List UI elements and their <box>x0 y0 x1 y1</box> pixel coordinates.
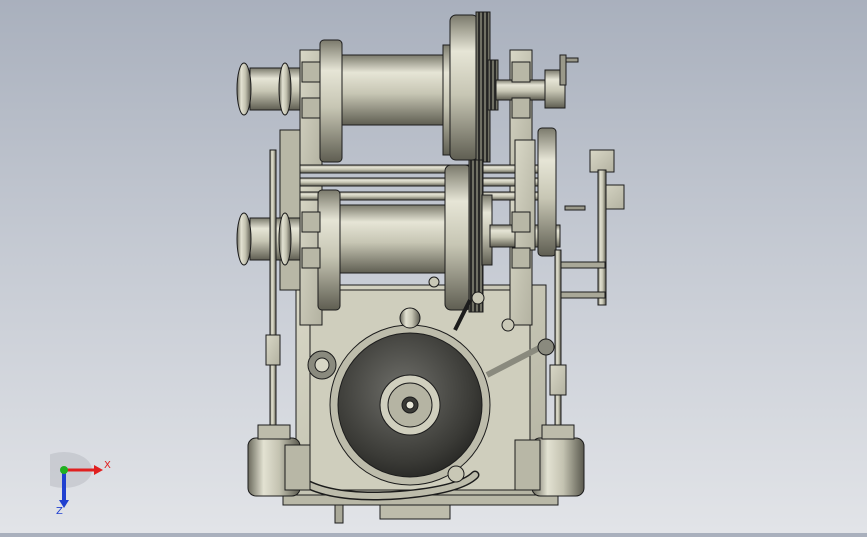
upper-shaft <box>495 54 579 109</box>
z-axis-label: Z <box>56 506 63 517</box>
triad-axes: X Z <box>36 452 111 517</box>
x-axis-label: X <box>104 460 111 471</box>
cad-viewport[interactable] <box>0 0 867 533</box>
main-flywheel <box>329 324 491 486</box>
x-axis-arrowhead <box>94 465 103 475</box>
crank-handle <box>554 149 625 306</box>
y-axis-dot <box>60 466 68 474</box>
upper-drum <box>236 39 456 163</box>
winch-assembly-model <box>236 11 625 524</box>
upper-gear <box>449 11 499 163</box>
coordinate-triad: X Z <box>36 452 120 522</box>
